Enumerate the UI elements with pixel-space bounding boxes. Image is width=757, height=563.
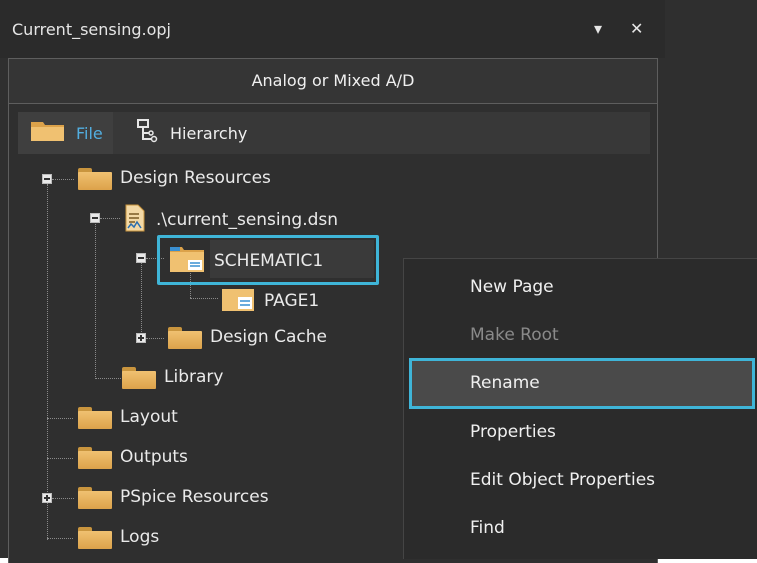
tree-line xyxy=(52,498,74,499)
tree-line xyxy=(146,338,164,339)
collapse-toggle[interactable] xyxy=(90,213,100,223)
rename-highlight-frame xyxy=(409,358,755,409)
folder-icon xyxy=(78,525,112,549)
tree-line xyxy=(47,184,48,540)
tree-item-outputs[interactable]: Outputs xyxy=(78,445,188,469)
tree-item-label: Design Resources xyxy=(120,168,271,188)
menu-item-find[interactable]: Find xyxy=(470,518,505,538)
tree-item-label: Library xyxy=(164,367,224,387)
tree-item-label: Logs xyxy=(120,527,160,547)
tab-file[interactable]: File xyxy=(18,112,113,154)
tree-line xyxy=(95,378,121,379)
tree-line xyxy=(47,458,73,459)
folder-icon xyxy=(122,365,156,389)
tree-item-label: Outputs xyxy=(120,447,188,467)
page-icon xyxy=(220,285,256,317)
tree-item-library[interactable]: Library xyxy=(122,365,223,389)
close-icon[interactable]: ✕ xyxy=(630,20,643,38)
project-manager-panel: Current_sensing.opj ▾ ✕ Analog or Mixed … xyxy=(0,0,757,563)
tree-item-pspice-resources[interactable]: PSpice Resources xyxy=(78,485,269,509)
tree-line xyxy=(47,538,73,539)
mode-strip: Analog or Mixed A/D xyxy=(8,58,658,104)
folder-icon xyxy=(168,325,202,349)
tree-line xyxy=(141,262,142,340)
tree-item-design-file[interactable]: .\current_sensing.dsn xyxy=(124,204,338,236)
tree-line xyxy=(95,224,96,379)
collapse-toggle[interactable] xyxy=(42,174,52,184)
tree-item-label: Layout xyxy=(120,407,178,427)
tree-item-layout[interactable]: Layout xyxy=(78,405,178,429)
tree-line xyxy=(47,418,73,419)
folder-icon xyxy=(78,485,112,509)
tree-item-label: PSpice Resources xyxy=(120,487,269,507)
title-bar: Current_sensing.opj ▾ ✕ xyxy=(0,0,665,58)
tree-line xyxy=(190,298,218,299)
tree-item-logs[interactable]: Logs xyxy=(78,525,159,549)
schematic-highlight-frame xyxy=(157,235,379,285)
folder-icon xyxy=(78,445,112,469)
hierarchy-icon xyxy=(136,118,162,148)
menu-item-new-page[interactable]: New Page xyxy=(470,277,554,297)
tab-hierarchy[interactable]: Hierarchy xyxy=(136,112,247,154)
folder-icon xyxy=(78,405,112,429)
tree-item-label: .\current_sensing.dsn xyxy=(156,210,339,230)
menu-item-properties[interactable]: Properties xyxy=(470,422,556,442)
expand-toggle[interactable] xyxy=(42,493,52,503)
pin-dropdown-icon[interactable]: ▾ xyxy=(594,20,602,38)
design-file-icon xyxy=(124,204,146,236)
window-title: Current_sensing.opj xyxy=(12,20,171,39)
tree-line xyxy=(100,218,120,219)
expand-toggle[interactable] xyxy=(136,333,146,343)
folder-icon xyxy=(30,120,66,146)
collapse-toggle[interactable] xyxy=(136,253,146,263)
tree-item-page[interactable]: PAGE1 xyxy=(220,285,319,317)
folder-icon xyxy=(78,166,112,190)
tree-item-label: Design Cache xyxy=(210,327,327,347)
menu-item-edit-object-properties[interactable]: Edit Object Properties xyxy=(470,470,655,490)
tree-line xyxy=(52,179,74,180)
tree-item-design-cache[interactable]: Design Cache xyxy=(168,325,327,349)
tree-item-design-resources[interactable]: Design Resources xyxy=(78,166,271,190)
tab-bar: File Hierarchy xyxy=(18,112,650,154)
menu-item-rename[interactable]: Rename xyxy=(470,373,540,393)
tab-file-label: File xyxy=(76,123,103,143)
tree-item-label: PAGE1 xyxy=(264,291,320,311)
tab-hierarchy-label: Hierarchy xyxy=(170,123,248,143)
menu-item-make-root[interactable]: Make Root xyxy=(470,325,559,345)
